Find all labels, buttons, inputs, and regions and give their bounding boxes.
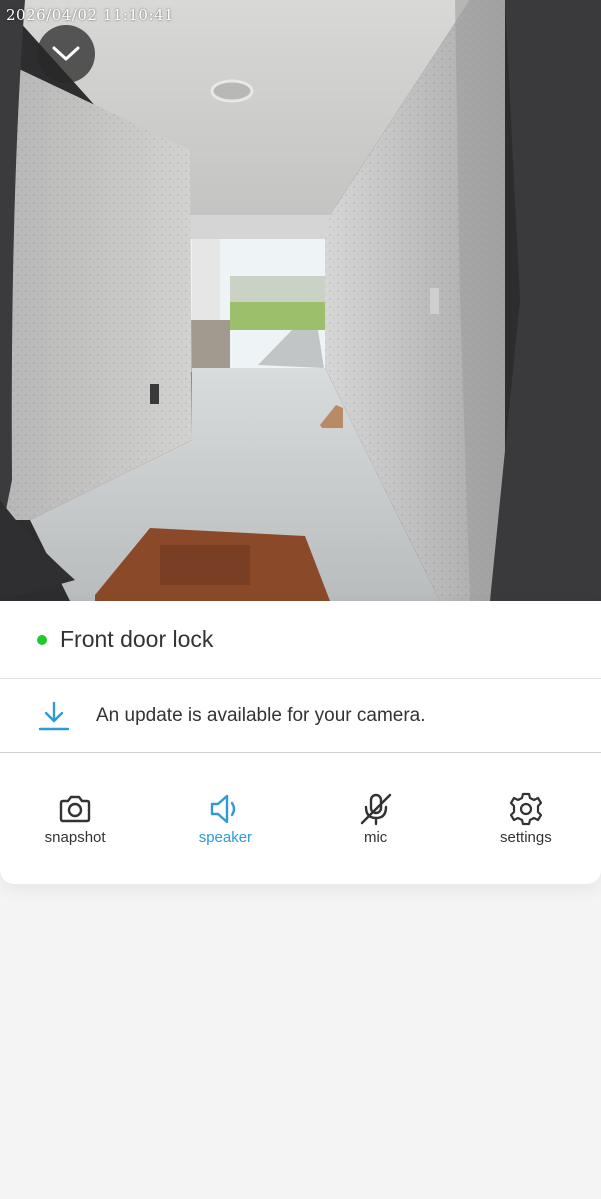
mic-button[interactable]: mic <box>301 791 451 846</box>
speaker-icon <box>208 791 242 827</box>
snapshot-button[interactable]: snapshot <box>0 791 150 846</box>
device-panel: Front door lock An update is available f… <box>0 601 601 884</box>
mic-off-icon <box>359 791 393 827</box>
settings-button[interactable]: settings <box>451 791 601 846</box>
speaker-button[interactable]: speaker <box>150 791 300 846</box>
control-bar: snapshot speaker mic settings <box>0 753 601 846</box>
mic-label: mic <box>363 829 388 846</box>
camera-icon <box>58 791 92 827</box>
settings-label: settings <box>500 829 552 846</box>
camera-timestamp: 2026/04/02 11:10:41 <box>6 6 175 24</box>
online-status-dot <box>37 634 47 645</box>
device-name: Front door lock <box>60 626 214 652</box>
device-row: Front door lock <box>0 601 601 679</box>
gear-icon <box>509 791 543 827</box>
snapshot-label: snapshot <box>44 829 106 846</box>
camera-scene-image <box>0 0 601 601</box>
camera-feed[interactable]: 2026/04/02 11:10:41 <box>0 0 601 601</box>
update-banner[interactable]: An update is available for your camera. <box>0 679 601 753</box>
download-icon <box>38 700 70 732</box>
chevron-down-icon <box>52 46 80 61</box>
collapse-button[interactable] <box>37 25 95 83</box>
update-message: An update is available for your camera. <box>96 704 426 726</box>
speaker-label: speaker <box>198 829 253 846</box>
